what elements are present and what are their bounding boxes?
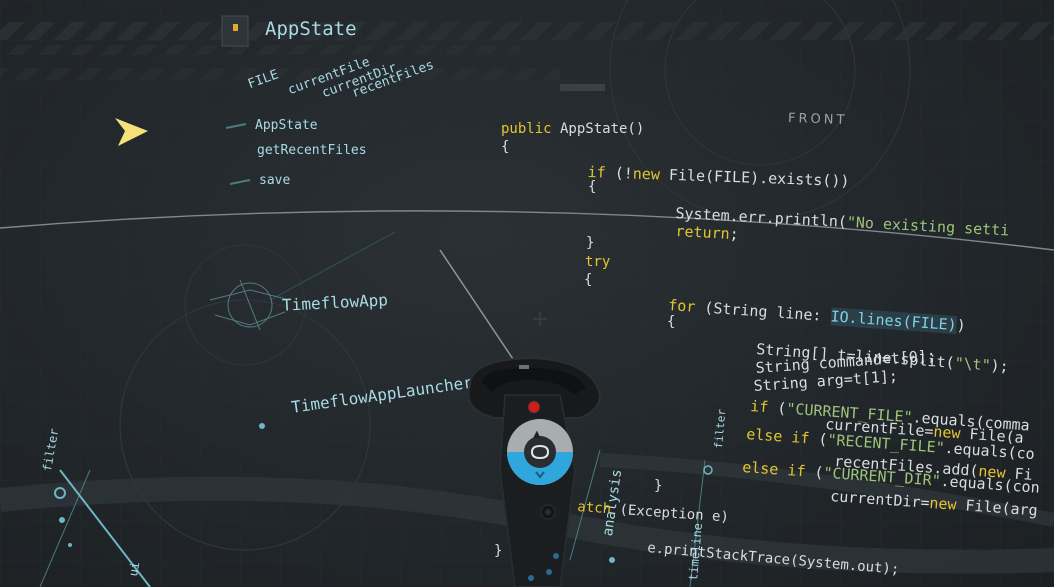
svg-text:▲: ▲ (533, 429, 541, 440)
vr-code-space: AppState FILE currentFile currentDir rec… (0, 0, 1054, 587)
vr-controller[interactable]: ▲ (0, 0, 1054, 587)
